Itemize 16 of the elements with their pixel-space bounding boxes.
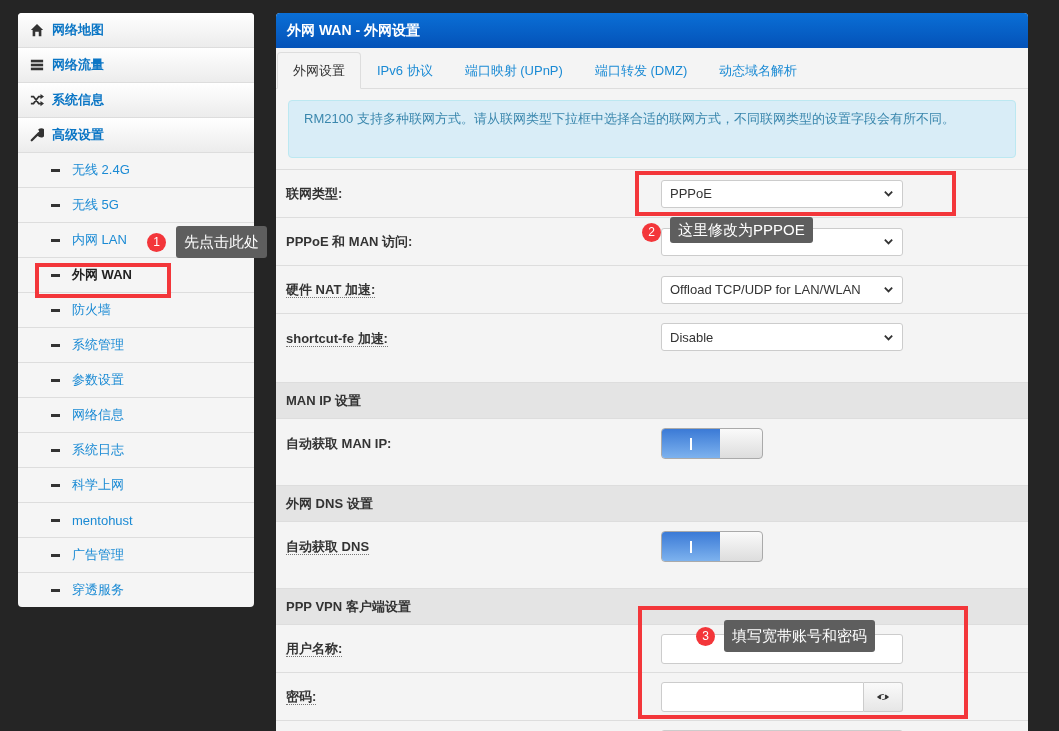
section-header: PPP VPN 客户端设置 (276, 588, 1028, 624)
field-label: 联网类型: (286, 185, 343, 201)
field-label: 用户名称: (286, 640, 343, 657)
field-label: 密码: (286, 688, 317, 705)
tooltip: 填写宽带账号和密码 (724, 620, 875, 652)
field-label: 硬件 NAT 加速: (286, 281, 376, 298)
field-label: 自动获取 MAN IP: (286, 436, 392, 451)
section-header: MAN IP 设置 (276, 382, 1028, 418)
panel-title: 外网 WAN - 外网设置 (276, 13, 1028, 48)
info-notice: RM2100 支持多种联网方式。请从联网类型下拉框中选择合适的联网方式，不同联网类型的设置字段会有所不同。 (288, 100, 1016, 158)
section-header: 外网 DNS 设置 (276, 485, 1028, 521)
tooltip: 先点击此处 (176, 226, 267, 258)
field-label: PPPoE 和 MAN 访问: (286, 233, 413, 249)
field-label: shortcut-fe 加速: (286, 331, 388, 347)
tooltip: 这里修改为PPPOE (670, 217, 813, 243)
field-label: 自动获取 DNS (286, 539, 370, 555)
